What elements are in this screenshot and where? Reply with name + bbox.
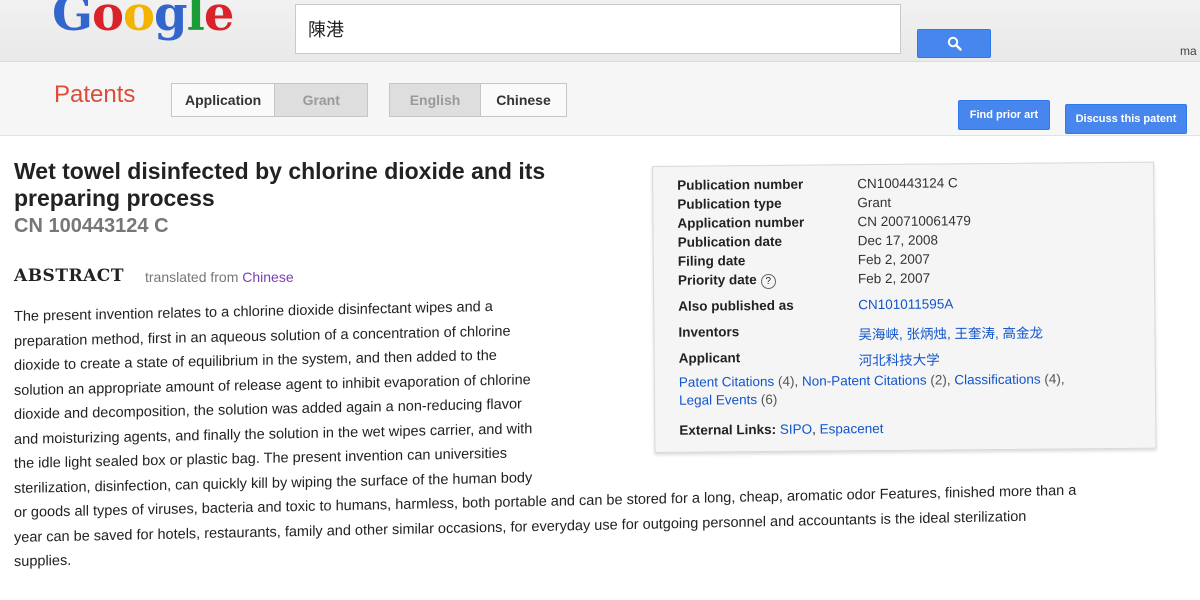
discuss-patent-button[interactable]: Discuss this patent xyxy=(1065,104,1187,134)
legal-events-count: (6) xyxy=(760,391,778,408)
info-value: CN100443124 C xyxy=(857,175,958,192)
search-button[interactable] xyxy=(917,29,991,58)
patent-info-box: Publication number CN100443124 C Publica… xyxy=(652,161,1157,453)
non-patent-citations-count: (2), xyxy=(930,372,951,388)
help-icon[interactable]: ? xyxy=(760,273,776,290)
info-key: Priority date? xyxy=(678,272,776,290)
patent-number: CN 100443124 C xyxy=(14,215,169,237)
also-published-link[interactable]: CN101011595A xyxy=(858,296,953,312)
legal-events-link[interactable]: Legal Events xyxy=(679,392,757,408)
patent-title: Wet towel disinfected by chlorine dioxid… xyxy=(14,158,546,211)
info-value: Feb 2, 2007 xyxy=(857,270,931,287)
info-key: Also published as xyxy=(678,297,794,314)
tab-english[interactable]: English xyxy=(390,84,481,116)
external-links-label: External Links: xyxy=(679,421,777,438)
priority-date-label: Priority date xyxy=(677,272,757,288)
language-toggle: English Chinese xyxy=(389,83,567,117)
info-value: Grant xyxy=(857,194,892,211)
info-key: Publication type xyxy=(677,195,782,212)
classifications-link[interactable]: Classifications xyxy=(954,372,1040,388)
user-account-link[interactable]: ma xyxy=(1180,44,1197,58)
abstract-heading: ABSTRACT xyxy=(14,266,124,286)
doc-type-toggle: Application Grant xyxy=(171,83,369,117)
info-key: Applicant xyxy=(678,350,741,366)
section-title[interactable]: Patents xyxy=(54,81,135,109)
info-value: CN 200710061479 xyxy=(857,213,971,230)
inventors-links[interactable]: 吴海峡, 张炳烛, 王奎涛, 高金龙 xyxy=(858,322,1043,344)
tab-chinese[interactable]: Chinese xyxy=(481,84,566,116)
patent-citations-count: (4), xyxy=(777,373,799,389)
search-input[interactable] xyxy=(295,4,901,54)
applicant-link[interactable]: 河北科技大学 xyxy=(859,348,940,369)
info-value: Feb 2, 2007 xyxy=(857,251,930,268)
espacenet-link[interactable]: Espacenet xyxy=(820,421,884,437)
info-value: Dec 17, 2008 xyxy=(857,232,939,249)
find-prior-art-button[interactable]: Find prior art xyxy=(958,100,1050,130)
info-key: Inventors xyxy=(678,324,740,340)
external-links: External Links: SIPO, Espacenet xyxy=(679,420,884,438)
citation-links: Patent Citations (4), Non-Patent Citatio… xyxy=(679,370,1109,410)
info-key: Publication number xyxy=(677,176,804,193)
translation-note: translated from Chinese xyxy=(145,269,294,285)
patents-subbar: Patents Application Grant English Chines… xyxy=(0,62,1200,136)
translated-from-label: translated from xyxy=(145,269,239,285)
top-bar: Google ma xyxy=(0,0,1200,62)
info-key: Filing date xyxy=(677,253,746,269)
info-key: Publication date xyxy=(677,233,782,250)
info-key: Application number xyxy=(677,214,805,231)
non-patent-citations-link[interactable]: Non-Patent Citations xyxy=(802,373,927,389)
source-language-link[interactable]: Chinese xyxy=(242,269,293,285)
search-icon xyxy=(947,36,962,51)
tab-application[interactable]: Application xyxy=(172,84,275,116)
sipo-link[interactable]: SIPO xyxy=(780,422,812,437)
tab-grant[interactable]: Grant xyxy=(274,84,368,116)
patent-citations-link[interactable]: Patent Citations xyxy=(679,374,774,390)
classifications-count: (4), xyxy=(1044,371,1065,387)
google-logo[interactable]: Google xyxy=(52,0,234,42)
